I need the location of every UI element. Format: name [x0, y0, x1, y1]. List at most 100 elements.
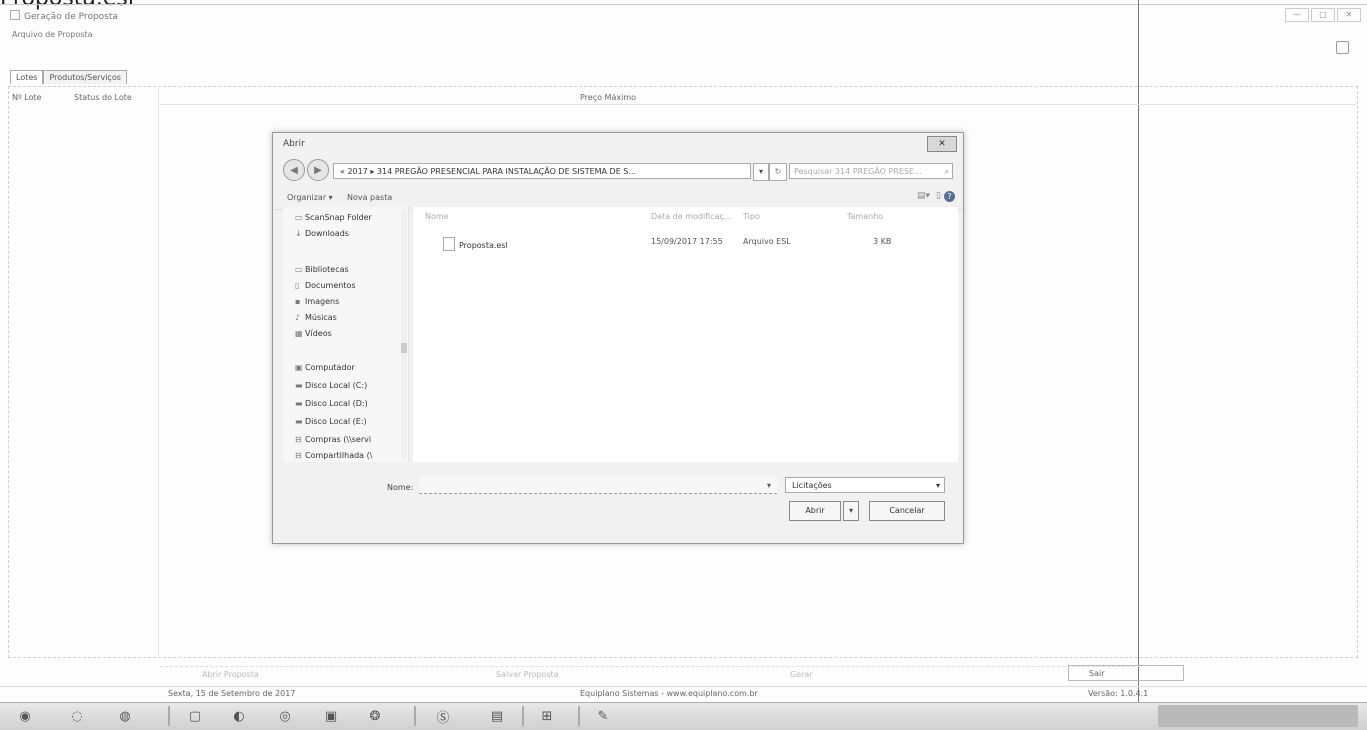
status-date: Sexta, 15 de Setembro de 2017	[168, 689, 296, 698]
disk-icon: ▬	[295, 399, 303, 408]
system-tray[interactable]	[1158, 705, 1358, 727]
pen-icon[interactable]: ✎	[590, 705, 616, 727]
nav-item-imagens[interactable]: ▪ Imagens	[295, 297, 339, 306]
search-input[interactable]: Pesquisar 314 PREGÃO PRESE... ⌕	[789, 163, 953, 179]
nav-item-musicas[interactable]: ♪ Músicas	[295, 313, 337, 322]
nav-scrollbar[interactable]	[401, 209, 407, 459]
column-header-lote[interactable]: Nº Lote	[12, 93, 42, 102]
minimize-button[interactable]: —	[1285, 8, 1309, 22]
filename-input[interactable]	[419, 477, 777, 494]
sair-button[interactable]: Sair	[1068, 665, 1184, 681]
chevron-down-icon: ▾	[935, 481, 940, 490]
nav-item-label: Imagens	[305, 297, 340, 306]
photo-icon[interactable]: ▤	[484, 705, 510, 727]
taskbar-separator	[522, 706, 524, 726]
library-icon: ▭	[295, 265, 303, 274]
column-header-tamanho[interactable]: Tamanho	[847, 212, 883, 221]
file-row-modified[interactable]: 15/09/2017 17:55	[651, 237, 723, 246]
network-drive-icon: ⊟	[295, 435, 302, 444]
panel-toggle-icon[interactable]	[1336, 41, 1349, 54]
nav-item-label: Bibliotecas	[305, 265, 349, 274]
nav-item-label: ScanSnap Folder	[305, 213, 372, 222]
new-folder-button[interactable]: Nova pasta	[347, 193, 392, 202]
webcam-icon[interactable]: ◎	[272, 705, 298, 727]
tab-produtos-servicos[interactable]: Produtos/Serviços	[43, 70, 127, 84]
column-header-data[interactable]: Data de modificaç...	[651, 212, 732, 221]
folder-icon: ▭	[295, 213, 303, 222]
nav-item-disco-e[interactable]: ▬ Disco Local (E:)	[295, 417, 367, 426]
preview-pane-icon[interactable]: ▯	[936, 191, 941, 201]
disk-icon: ▬	[295, 417, 303, 426]
organize-menu[interactable]: Organizar ▾	[287, 193, 333, 202]
filename-label: Nome:	[387, 483, 414, 492]
nav-scroll-thumb[interactable]	[401, 343, 407, 353]
nav-item-compras[interactable]: ⊟ Compras (\\servi	[295, 435, 371, 444]
document-icon: ▯	[295, 281, 300, 290]
nav-item-disco-c[interactable]: ▬ Disco Local (C:)	[295, 381, 367, 390]
nav-item-disco-d[interactable]: ▬ Disco Local (D:)	[295, 399, 368, 408]
nav-item-videos[interactable]: ▦ Vídeos	[295, 329, 332, 338]
nav-item-documentos[interactable]: ▯ Documentos	[295, 281, 356, 290]
file-type-select[interactable]: Licitações ▾	[785, 477, 945, 493]
nav-item-compartilhada[interactable]: ⊟ Compartilhada (\	[295, 451, 372, 460]
status-divider	[0, 686, 1367, 687]
nav-item-bibliotecas[interactable]: ▭ Bibliotecas	[295, 265, 349, 274]
status-version: Versão: 1.0.4.1	[1088, 689, 1149, 698]
lots-sidebar	[8, 86, 159, 656]
header-divider	[160, 104, 1356, 105]
file-type-value: Licitações	[792, 481, 832, 490]
window-icon[interactable]: ⊞	[534, 705, 560, 727]
network-drive-icon: ⊟	[295, 451, 302, 460]
filename-dropdown-icon[interactable]: ▾	[767, 481, 771, 490]
ie-icon[interactable]: ◌	[64, 705, 90, 727]
view-mode-icon[interactable]: ▤▾	[917, 191, 930, 201]
file-row-size[interactable]: 3 KB	[873, 237, 891, 246]
maximize-button[interactable]: ▢	[1311, 8, 1335, 22]
app-icon[interactable]: ❂	[362, 705, 388, 727]
file-row-type[interactable]: Arquivo ESL	[743, 237, 791, 246]
nav-item-downloads[interactable]: ↓ Downloads	[295, 229, 349, 238]
forward-arrow-icon[interactable]: ▶	[307, 159, 329, 181]
column-header-nome[interactable]: Nome	[425, 212, 449, 221]
dialog-close-button[interactable]: ✕	[927, 136, 957, 152]
acrobat-icon[interactable]: ▣	[318, 705, 344, 727]
close-button[interactable]: ✕	[1337, 8, 1361, 22]
music-icon: ♪	[295, 313, 301, 322]
media-icon[interactable]: ▢	[182, 705, 208, 727]
back-arrow-icon[interactable]: ◀	[283, 159, 305, 181]
help-icon[interactable]: ?	[944, 191, 955, 202]
tab-lotes[interactable]: Lotes	[10, 70, 44, 84]
nav-item-label: Downloads	[305, 229, 349, 238]
salvar-proposta-button[interactable]: Salvar Proposta	[496, 670, 559, 679]
column-header-preco[interactable]: Preço Máximo	[580, 93, 636, 102]
status-company: Equiplano Sistemas - www.equiplano.com.b…	[580, 689, 758, 698]
menu-arquivo[interactable]: Arquivo de Proposta	[12, 30, 93, 39]
app-title: Geração de Proposta	[10, 10, 118, 22]
tab-strip: Lotes Produtos/Serviços	[10, 70, 127, 84]
dialog-title: Abrir	[283, 139, 305, 149]
skype-icon[interactable]: Ⓢ	[430, 705, 456, 727]
search-placeholder: Pesquisar 314 PREGÃO PRESE...	[794, 167, 922, 176]
column-header-status[interactable]: Status do Lote	[74, 93, 132, 102]
cancel-button[interactable]: Cancelar	[869, 501, 945, 521]
open-split-arrow-icon[interactable]: ▾	[843, 501, 859, 521]
open-button[interactable]: Abrir	[789, 501, 841, 521]
gerar-button[interactable]: Gerar	[790, 670, 813, 679]
taskbar-separator	[578, 706, 580, 726]
address-bar[interactable]: « 2017 ▸ 314 PREGÃO PRESENCIAL PARA INST…	[333, 163, 751, 179]
app-title-text: Geração de Proposta	[24, 12, 118, 22]
nav-item-computador[interactable]: ▣ Computador	[295, 363, 355, 372]
address-dropdown-icon[interactable]: ▾	[753, 163, 769, 181]
nav-item-scansnap[interactable]: ▭ ScanSnap Folder	[295, 213, 372, 222]
file-row-name[interactable]: Proposta.esl	[443, 237, 508, 251]
column-header-tipo[interactable]: Tipo	[743, 212, 760, 221]
disk-icon: ▬	[295, 381, 303, 390]
abrir-proposta-button[interactable]: Abrir Proposta	[202, 670, 259, 679]
chrome-icon[interactable]: ◐	[226, 705, 252, 727]
nav-item-label: Músicas	[305, 313, 337, 322]
start-orb-icon[interactable]: ◉	[12, 705, 38, 727]
nav-item-label: Vídeos	[305, 329, 332, 338]
refresh-icon[interactable]: ↻	[769, 163, 787, 181]
explorer-icon[interactable]: ◍	[112, 705, 138, 727]
bottom-action-bar	[160, 666, 1140, 685]
